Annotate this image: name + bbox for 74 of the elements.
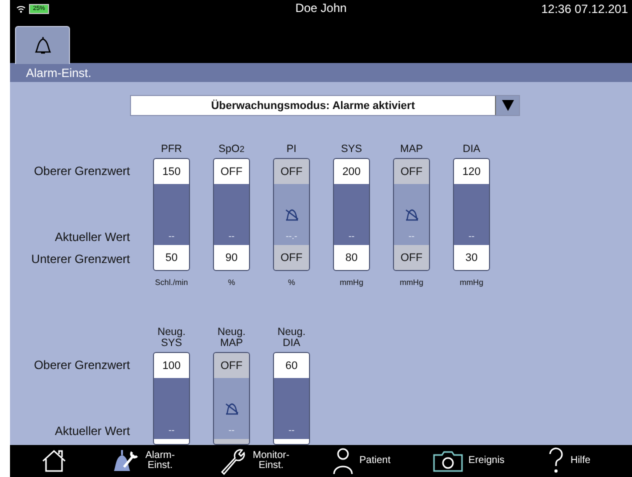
current-value: -- bbox=[228, 425, 234, 435]
upper-limit-value[interactable]: OFF bbox=[394, 159, 429, 184]
nav-button[interactable]: Hilfe bbox=[547, 446, 590, 476]
parameter-label: Neug. MAP bbox=[216, 325, 247, 351]
current-value: -- bbox=[168, 425, 174, 435]
unit-label: % bbox=[288, 276, 296, 288]
parameter-label: DIA bbox=[462, 142, 482, 157]
page-title: Alarm-Einst. bbox=[26, 66, 92, 80]
current-value: -- bbox=[288, 425, 294, 435]
lower-limit-value[interactable]: 90 bbox=[214, 245, 249, 270]
limit-column[interactable]: 100 -- bbox=[153, 352, 190, 445]
lower-limit-value[interactable]: 50 bbox=[154, 245, 189, 270]
limit-column[interactable]: 120 -- 30 bbox=[453, 158, 490, 271]
parameter-label: SYS bbox=[340, 142, 363, 157]
unit-label: mmHg bbox=[460, 276, 484, 289]
upper-limit-value[interactable]: 100 bbox=[154, 353, 189, 378]
alarm-off-icon bbox=[224, 402, 238, 415]
current-value: --.- bbox=[286, 231, 298, 241]
limit-column[interactable]: OFF -- OFF bbox=[393, 158, 430, 271]
upper-limit-value[interactable]: OFF bbox=[214, 159, 249, 184]
nav-button[interactable]: Alarm- Einst. bbox=[110, 446, 175, 476]
limit-column[interactable]: 60 -- bbox=[273, 352, 310, 445]
current-value: -- bbox=[468, 231, 474, 241]
current-value: -- bbox=[408, 231, 414, 241]
row-label: Aktueller Wert bbox=[54, 423, 130, 440]
home-icon bbox=[41, 449, 68, 473]
caret-icon bbox=[502, 100, 514, 111]
date-time: 12:36 07.12.201 bbox=[541, 2, 628, 16]
camera-icon bbox=[433, 450, 464, 472]
unit-label: Schl./min bbox=[155, 276, 188, 288]
limit-column[interactable]: 150 -- 50 bbox=[153, 158, 190, 271]
help-icon bbox=[547, 447, 566, 475]
unit-label: mmHg bbox=[400, 276, 424, 289]
mode-dropdown[interactable]: Überwachungsmodus: Alarme aktiviert bbox=[130, 95, 520, 116]
limit-column[interactable]: OFF --.- OFF bbox=[273, 158, 310, 271]
nav-button[interactable]: Patient bbox=[332, 446, 390, 476]
unit-label: mmHg bbox=[340, 276, 364, 289]
upper-limit-value[interactable]: 60 bbox=[274, 353, 309, 378]
current-value: -- bbox=[348, 231, 354, 241]
upper-limit-value[interactable]: 150 bbox=[154, 159, 189, 184]
alarm-off-icon bbox=[404, 208, 418, 221]
limit-column[interactable]: OFF -- bbox=[213, 352, 250, 445]
upper-limit-value[interactable]: 200 bbox=[334, 159, 369, 184]
row-label: Unterer Grenzwert bbox=[31, 251, 130, 268]
parameter-label: Neug. SYS bbox=[156, 325, 187, 351]
current-value: -- bbox=[168, 231, 174, 241]
nav-button[interactable]: Monitor- Einst. bbox=[218, 446, 290, 476]
unit-label: % bbox=[228, 276, 236, 288]
current-value: -- bbox=[228, 231, 234, 241]
row-label: Oberer Grenzwert bbox=[34, 357, 130, 374]
parameter-label: PI bbox=[286, 142, 298, 157]
person-icon bbox=[332, 447, 354, 475]
wifi-icon bbox=[16, 5, 26, 13]
upper-limit-value[interactable]: OFF bbox=[214, 353, 249, 378]
dropdown-button[interactable] bbox=[495, 96, 519, 115]
lower-limit-value[interactable]: OFF bbox=[274, 245, 309, 270]
parameter-label: PFR bbox=[160, 142, 183, 157]
upper-limit-value[interactable]: 120 bbox=[454, 159, 489, 184]
limit-column[interactable]: OFF -- 90 bbox=[213, 158, 250, 271]
alarm-off-icon bbox=[284, 208, 298, 221]
patient-name: Doe John bbox=[295, 1, 347, 15]
row-label: Oberer Grenzwert bbox=[34, 163, 130, 180]
lower-limit-value[interactable]: 80 bbox=[334, 245, 369, 270]
bell-icon bbox=[34, 36, 52, 56]
upper-limit-value[interactable]: OFF bbox=[274, 159, 309, 184]
dropdown-value: Überwachungsmodus: Alarme aktiviert bbox=[210, 98, 416, 114]
row-label: Aktueller Wert bbox=[54, 229, 130, 246]
limit-column[interactable]: 200 -- 80 bbox=[333, 158, 370, 271]
parameter-label: Neug. DIA bbox=[276, 325, 307, 351]
nav-button[interactable]: Ereignis bbox=[433, 446, 505, 476]
parameter-label: MAP bbox=[399, 142, 424, 157]
alarm-tab[interactable] bbox=[15, 26, 70, 64]
lower-limit-value[interactable]: OFF bbox=[394, 245, 429, 270]
lower-limit-value[interactable]: 30 bbox=[454, 245, 489, 270]
